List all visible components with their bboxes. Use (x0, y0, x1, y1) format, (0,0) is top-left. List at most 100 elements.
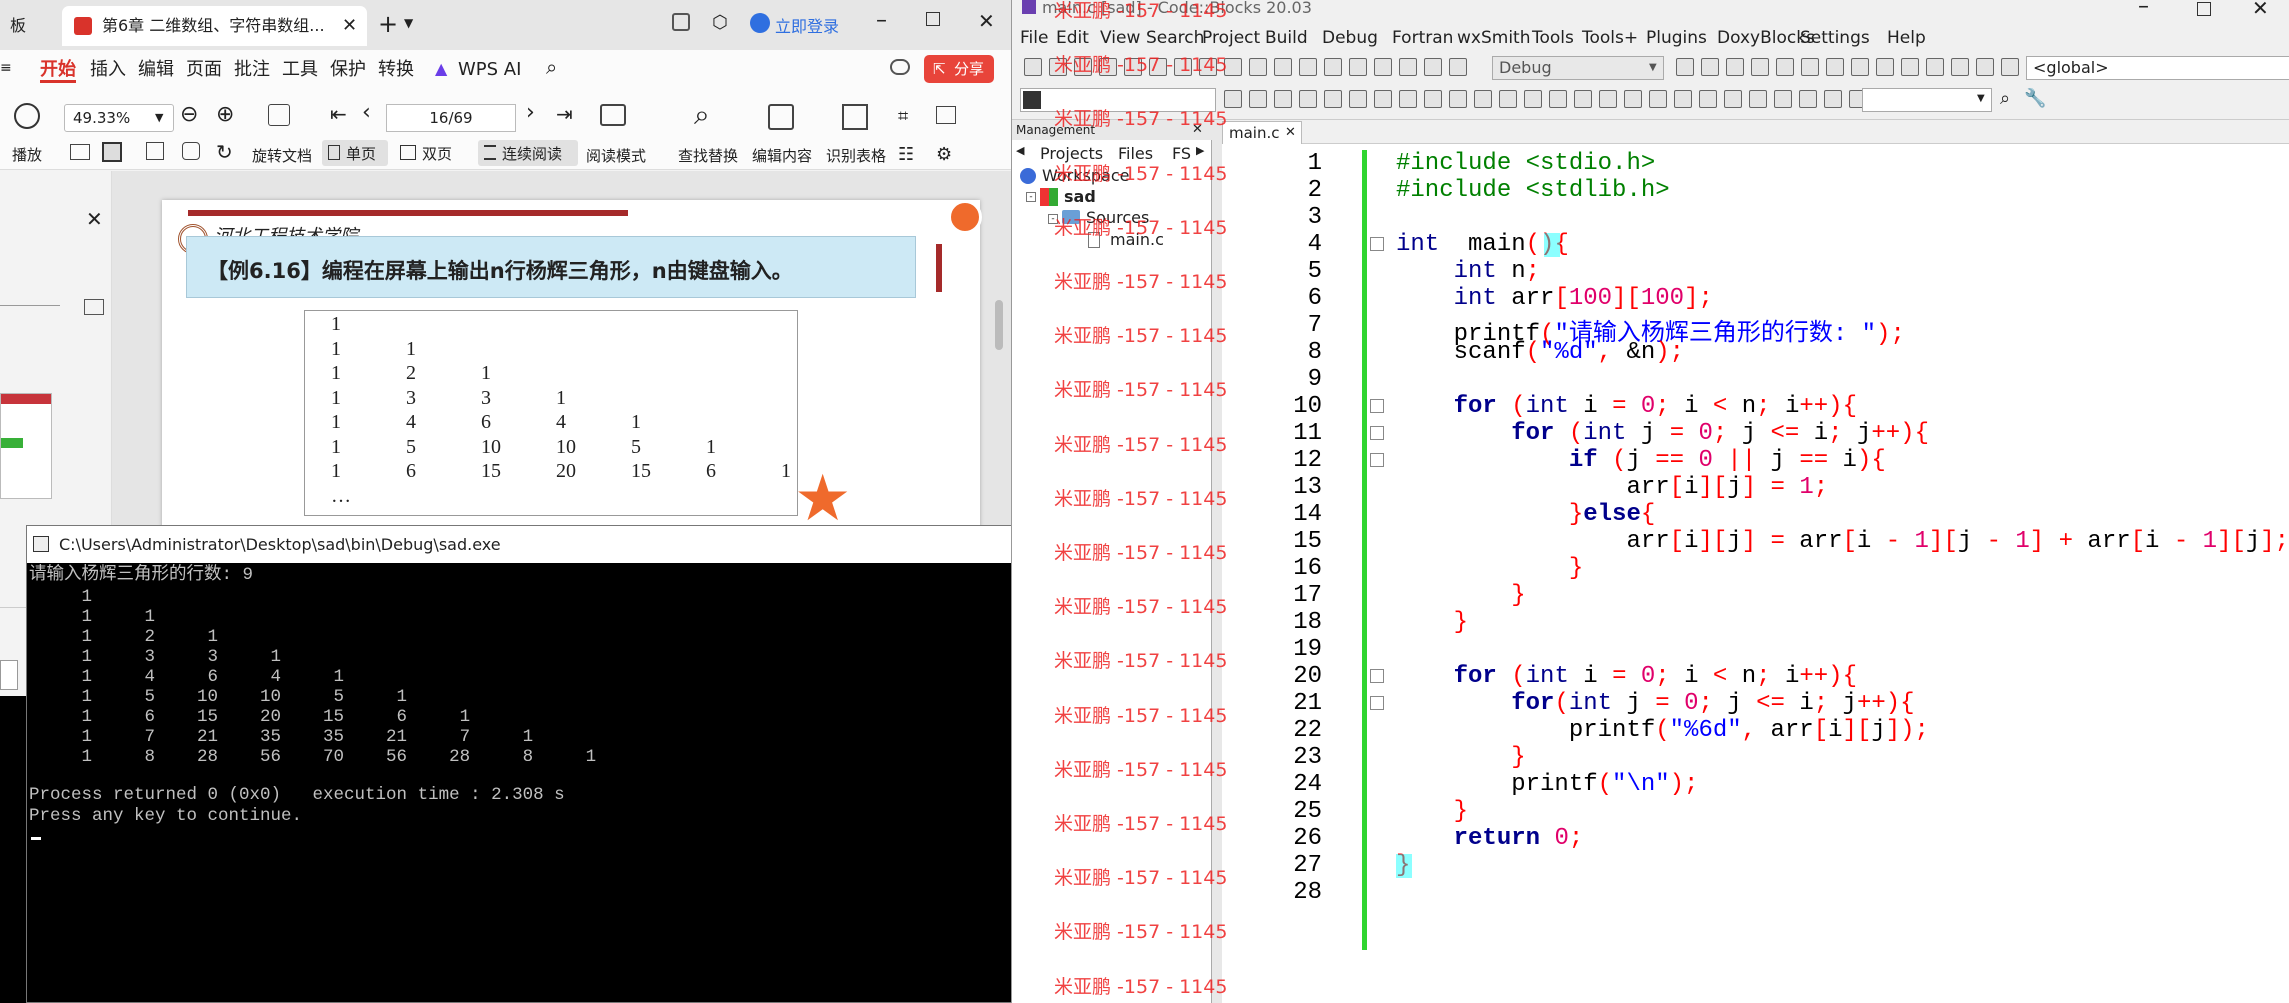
menu-start[interactable]: 开始 (40, 57, 76, 83)
reading-mode-icon[interactable] (600, 104, 626, 126)
scope-select[interactable]: <global> (2026, 56, 2289, 80)
cloud-upload-icon[interactable] (890, 59, 910, 75)
find-icon[interactable] (1249, 58, 1267, 76)
next-page-icon[interactable]: › (526, 100, 535, 125)
format-icon[interactable] (1649, 90, 1667, 108)
side-input[interactable] (0, 660, 18, 690)
build-target-select[interactable]: Debug ▼ (1492, 56, 1664, 80)
regex-icon[interactable] (1324, 90, 1342, 108)
new-file-icon[interactable] (1024, 58, 1042, 76)
page-number-input[interactable]: 16/69 (386, 104, 516, 132)
debug-run-icon[interactable] (1951, 58, 1969, 76)
next-bookmark-icon[interactable] (1249, 90, 1267, 108)
recognize-table-icon[interactable] (842, 104, 868, 130)
match-icon[interactable] (1699, 90, 1717, 108)
fold-toggle-icon[interactable] (1370, 237, 1384, 251)
collapse-icon[interactable]: - (1026, 192, 1036, 202)
zoom-in-icon[interactable] (1824, 90, 1842, 108)
compare-icon[interactable]: ☷ (898, 144, 914, 165)
ocr-icon[interactable]: ⌗ (898, 106, 908, 127)
break-icon[interactable] (1851, 58, 1869, 76)
select-icon[interactable] (1374, 90, 1392, 108)
highlight-icon[interactable] (1624, 90, 1642, 108)
editor-tab-main[interactable]: main.c ✕ (1222, 121, 1302, 144)
next-bookmark-icon[interactable] (1599, 90, 1617, 108)
prev-page-icon[interactable]: ‹ (362, 100, 371, 125)
fold-toggle-icon[interactable] (1370, 453, 1384, 467)
reading-mode-button[interactable]: 阅读模式 (586, 145, 646, 166)
settings-icon[interactable]: 🔧 (2024, 88, 2046, 109)
close-panel-icon[interactable]: ✕ (86, 207, 103, 231)
continuous-reading-button[interactable]: 连续阅读 (478, 140, 578, 166)
menu-annotate[interactable]: 批注 (234, 57, 270, 83)
edit-content-button[interactable]: 编辑内容 (752, 145, 812, 166)
next-line-icon[interactable] (2001, 58, 2019, 76)
menu-wps-ai[interactable]: WPS AI (458, 57, 521, 83)
highlight-icon[interactable] (1274, 90, 1292, 108)
stop-debug-icon[interactable] (1876, 58, 1894, 76)
tab-scroll-left-icon[interactable]: ◀ (1016, 144, 1024, 157)
build-icon[interactable] (1299, 58, 1317, 76)
prev-bookmark-icon[interactable] (1574, 90, 1592, 108)
table-icon[interactable] (1424, 90, 1442, 108)
next-line-icon[interactable] (1726, 58, 1744, 76)
code-icon[interactable] (1549, 90, 1567, 108)
menu-protect[interactable]: 保护 (330, 57, 366, 83)
select-icon[interactable] (1724, 90, 1742, 108)
menu-page[interactable]: 页面 (186, 57, 222, 83)
cb-menu-plugins[interactable]: Plugins (1646, 26, 1707, 50)
debug-run-icon[interactable] (1676, 58, 1694, 76)
zoom-select[interactable]: 49.33% ▼ (64, 104, 174, 132)
open-icon[interactable] (1449, 58, 1467, 76)
search-combo[interactable]: ▼ (1862, 88, 1992, 112)
close-tab-icon[interactable]: ✕ (1285, 122, 1296, 144)
run-to-cursor-icon[interactable] (1976, 58, 1994, 76)
crop-icon[interactable] (146, 142, 164, 160)
menu-tools[interactable]: 工具 (282, 57, 318, 83)
select-icon[interactable] (102, 142, 122, 162)
zoom-in-icon[interactable]: ⊕ (216, 102, 234, 127)
new-file-icon[interactable] (1424, 58, 1442, 76)
find-replace-button[interactable]: 查找替换 (678, 145, 738, 166)
translate-icon[interactable] (936, 106, 956, 124)
image-icon[interactable] (84, 299, 104, 315)
cb-menu-tools[interactable]: Tools (1532, 26, 1574, 50)
cb-menu-wxsmith[interactable]: wxSmith (1457, 26, 1530, 50)
step-instruction-icon[interactable] (1826, 58, 1844, 76)
menu-edit[interactable]: 编辑 (138, 57, 174, 83)
next-instruction-icon[interactable] (1801, 58, 1819, 76)
copy-icon[interactable] (182, 142, 200, 160)
run-icon[interactable] (1324, 58, 1342, 76)
doc-scrollbar[interactable] (995, 300, 1003, 350)
close-tab-icon[interactable]: ✕ (342, 6, 357, 46)
step-out-icon[interactable] (1776, 58, 1794, 76)
format-icon[interactable] (1299, 90, 1317, 108)
fold-toggle-icon[interactable] (1370, 669, 1384, 683)
fold-toggle-icon[interactable] (1370, 696, 1384, 710)
rect-icon[interactable] (1399, 90, 1417, 108)
replace-icon[interactable] (1274, 58, 1292, 76)
step-into-icon[interactable] (1751, 58, 1769, 76)
regex-icon[interactable] (1674, 90, 1692, 108)
debug-windows-icon[interactable] (1901, 58, 1919, 76)
single-page-button[interactable]: 单页 (322, 140, 388, 166)
code-editor[interactable]: main.c ✕ 1 2 3 4 5 6 7 8 9 10 11 12 13 14 15 16 17 18 19 20… (1222, 120, 2289, 1003)
bold-s-icon[interactable] (1524, 90, 1542, 108)
recognize-table-button[interactable]: 识别表格 (826, 145, 886, 166)
rebuild-icon[interactable] (1374, 58, 1392, 76)
zoom-out-icon[interactable] (1499, 90, 1517, 108)
build-run-icon[interactable] (1349, 58, 1367, 76)
run-to-cursor-icon[interactable] (1701, 58, 1719, 76)
rotate-button[interactable]: 旋转文档 (252, 145, 312, 166)
menu-toggle-icon[interactable]: ≡ (0, 60, 12, 76)
cb-menu-debug[interactable]: Debug (1322, 26, 1378, 50)
new-tab-icon[interactable]: + (378, 10, 398, 38)
cb-menu-help[interactable]: Help (1887, 26, 1926, 50)
abort-icon[interactable] (1399, 58, 1417, 76)
fit-page-icon[interactable] (70, 144, 90, 160)
match-icon[interactable] (1349, 90, 1367, 108)
minimize-icon[interactable]: – (876, 8, 887, 33)
page-layout-icon[interactable] (268, 104, 290, 126)
cb-menu-tools[interactable]: Tools+ (1582, 26, 1638, 50)
fold-toggle-icon[interactable] (1370, 426, 1384, 440)
